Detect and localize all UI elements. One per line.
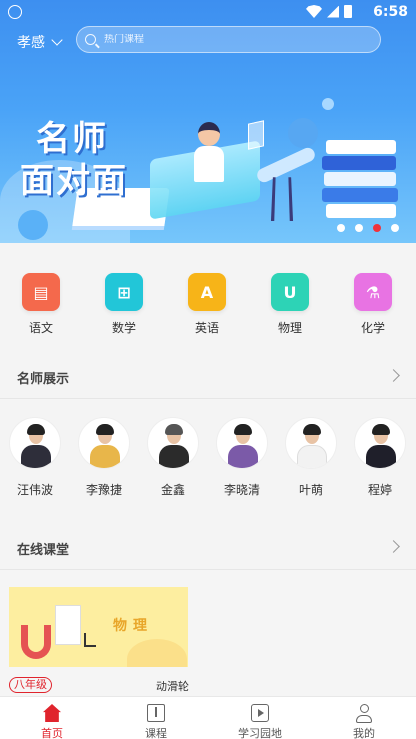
signal-icon	[327, 5, 339, 18]
subject-categories: ▤ 语文 ⊞ 数学 A 英语 U 物理 ⚗ 化学	[0, 243, 416, 355]
bottom-tab-bar: 首页 课程 学习园地 我的	[0, 696, 416, 739]
banner-title: 名师 面对面	[20, 118, 128, 202]
tripod-illustration	[270, 177, 294, 221]
teacher-card[interactable]: 叶萌	[284, 417, 338, 498]
section-title: 在线课堂	[17, 543, 70, 558]
teacher-name: 李晓清	[223, 483, 260, 497]
chart-illustration	[84, 633, 96, 647]
magnet-illustration	[21, 625, 51, 659]
battery-icon	[344, 5, 352, 18]
avatar	[9, 417, 61, 469]
test-tube-icon: ⚗	[354, 273, 392, 311]
carousel-dot[interactable]	[391, 224, 399, 232]
carousel-dot-active[interactable]	[373, 224, 381, 232]
tab-home[interactable]: 首页	[12, 704, 92, 739]
banner-title-line1: 名师	[36, 119, 108, 159]
category-chinese[interactable]: ▤ 语文	[11, 273, 71, 336]
calculator-icon: ⊞	[105, 273, 143, 311]
floating-card-illustration	[248, 120, 264, 150]
category-math[interactable]: ⊞ 数学	[94, 273, 154, 336]
carousel-dot[interactable]	[355, 224, 363, 232]
category-physics[interactable]: U 物理	[260, 273, 320, 336]
teacher-name: 汪伟波	[16, 483, 53, 497]
teacher-name: 叶萌	[298, 483, 323, 497]
status-time: 6:58	[373, 4, 408, 20]
grade-badge: 八年级	[9, 677, 52, 693]
chevron-down-icon	[51, 34, 63, 46]
carousel-indicator[interactable]	[337, 224, 399, 232]
search-bar[interactable]	[76, 26, 381, 53]
search-icon	[85, 34, 96, 45]
status-icons	[306, 5, 352, 18]
avatar	[285, 417, 337, 469]
paper-illustration	[55, 605, 81, 645]
teacher-list: 汪伟波 李豫捷 金鑫 李晓清 叶萌 程婷	[0, 400, 416, 530]
category-label: 数学	[111, 321, 136, 335]
city-label: 孝感	[17, 35, 45, 51]
category-chemistry[interactable]: ⚗ 化学	[343, 273, 403, 336]
tab-label: 我的	[353, 727, 375, 739]
book-open-icon	[147, 704, 165, 722]
teacher-illustration-head	[198, 122, 220, 146]
section-title: 名师展示	[17, 372, 70, 387]
user-icon	[355, 704, 373, 723]
teacher-name: 李豫捷	[85, 483, 122, 497]
home-icon	[43, 704, 61, 722]
carousel-dot[interactable]	[337, 224, 345, 232]
search-input[interactable]	[104, 34, 364, 45]
tab-mine[interactable]: 我的	[324, 704, 404, 739]
online-class-section-header[interactable]: 在线课堂	[0, 526, 416, 570]
teachers-section-header[interactable]: 名师展示	[0, 355, 416, 399]
avatar	[354, 417, 406, 469]
avatar	[78, 417, 130, 469]
teacher-illustration-body	[194, 146, 224, 182]
tab-label: 首页	[41, 727, 63, 739]
teacher-card[interactable]: 汪伟波	[8, 417, 62, 498]
banner[interactable]: 名师 面对面 6:58 孝感	[0, 0, 416, 243]
magnet-icon: U	[271, 273, 309, 311]
category-label: 英语	[194, 321, 219, 335]
status-bar: 6:58	[0, 0, 416, 24]
teacher-card[interactable]: 李晓清	[215, 417, 269, 498]
teacher-name: 金鑫	[160, 483, 185, 497]
chevron-right-icon[interactable]	[387, 369, 400, 382]
teacher-card[interactable]: 金鑫	[146, 417, 200, 498]
wifi-icon	[306, 5, 322, 18]
city-selector[interactable]: 孝感	[17, 32, 63, 52]
letter-a-icon: A	[188, 273, 226, 311]
course-thumbnail[interactable]: 物理	[9, 587, 188, 667]
tab-label: 学习园地	[238, 727, 282, 739]
avatar	[147, 417, 199, 469]
avatar	[216, 417, 268, 469]
course-subject: 物理	[113, 618, 153, 634]
book-stack-illustration	[322, 140, 400, 224]
tab-label: 课程	[145, 727, 167, 739]
teacher-card[interactable]: 程婷	[353, 417, 407, 498]
book-icon: ▤	[22, 273, 60, 311]
tab-study-garden[interactable]: 学习园地	[220, 704, 300, 739]
tab-courses[interactable]: 课程	[116, 704, 196, 739]
category-label: 语文	[28, 321, 53, 335]
play-icon	[251, 704, 269, 722]
category-label: 化学	[360, 321, 385, 335]
course-title: 动滑轮	[156, 680, 189, 693]
chevron-right-icon[interactable]	[387, 540, 400, 553]
category-english[interactable]: A 英语	[177, 273, 237, 336]
banner-bubble	[288, 118, 318, 148]
notification-icon	[8, 5, 22, 19]
banner-title-line2: 面对面	[20, 161, 128, 201]
banner-bubble	[18, 210, 48, 240]
category-label: 物理	[277, 321, 302, 335]
teacher-card[interactable]: 李豫捷	[77, 417, 131, 498]
teacher-name: 程婷	[367, 483, 392, 497]
banner-bubble	[322, 98, 334, 110]
